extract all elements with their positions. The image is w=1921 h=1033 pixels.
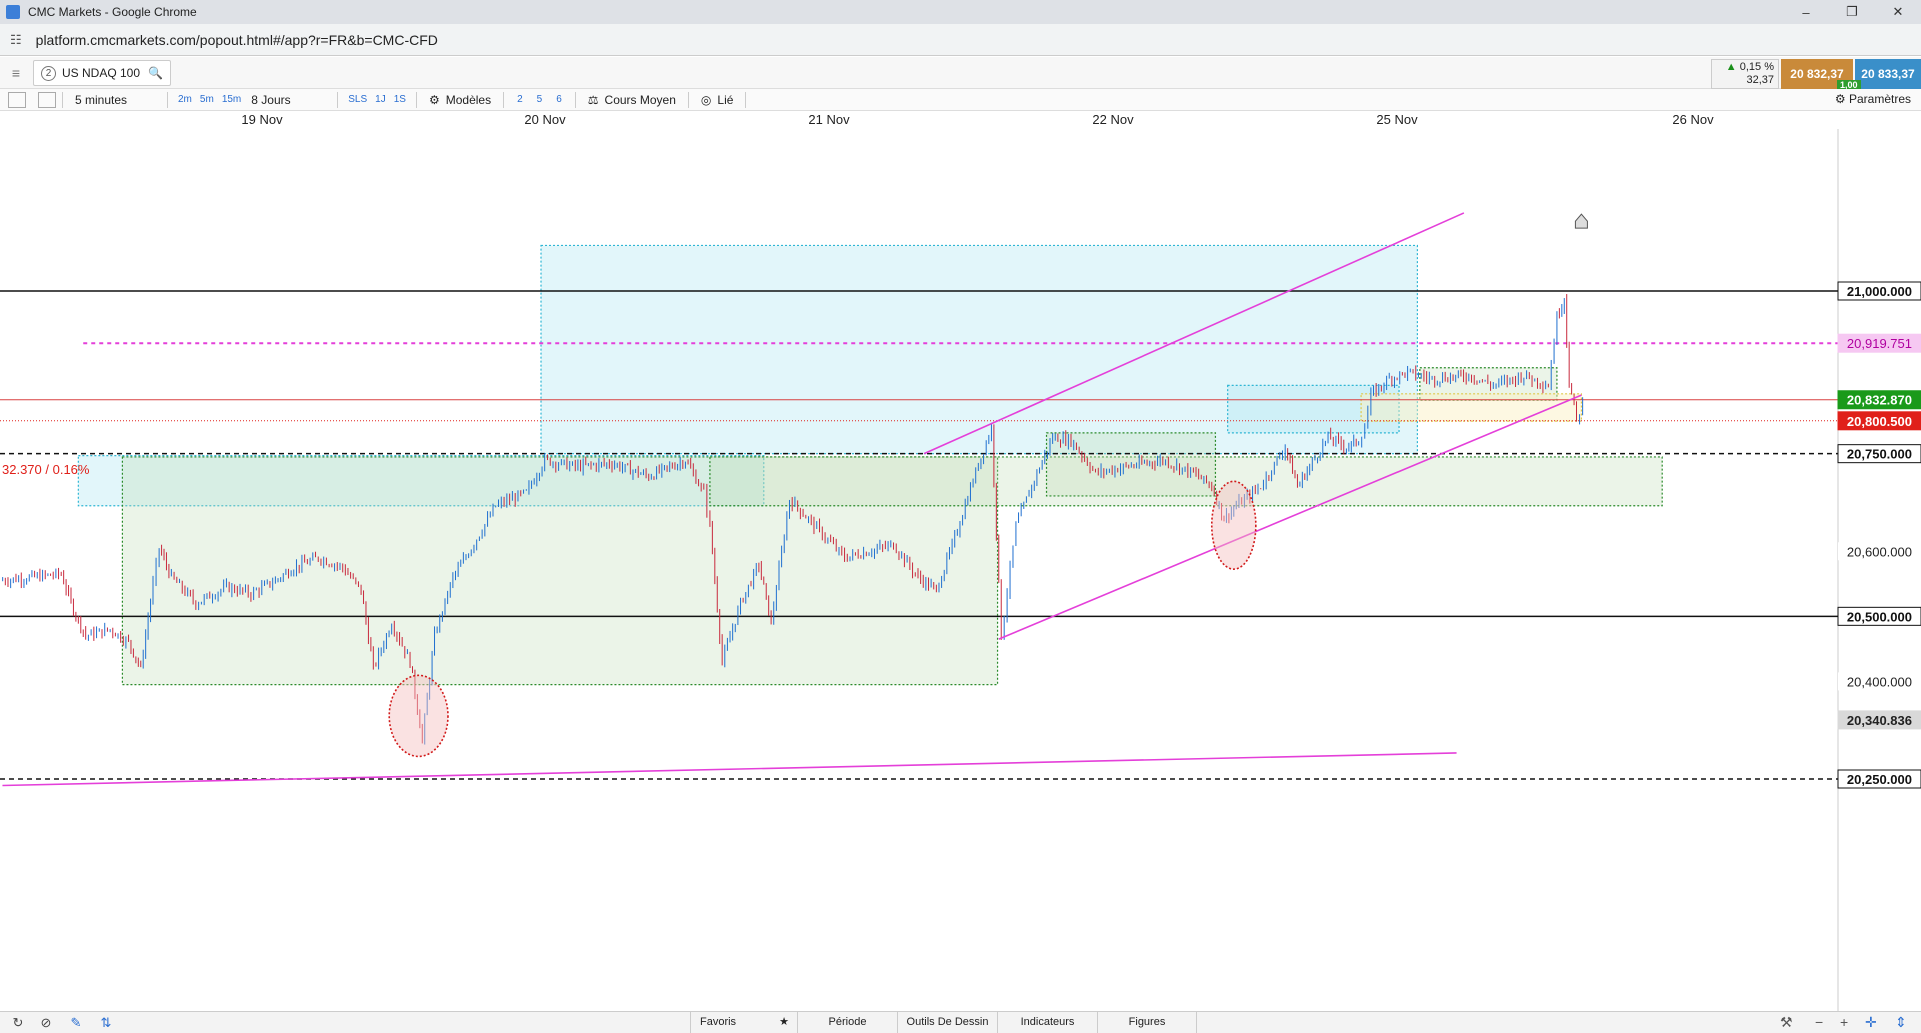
- settings-button[interactable]: ⚙ Paramètres: [1835, 92, 1911, 106]
- restore-icon[interactable]: ❐: [1829, 0, 1875, 24]
- layout-grid-icon[interactable]: [38, 91, 56, 108]
- bottom-toolbar: ↻ ⊘ ✎ ⇅ Favoris ★ Période Outils De Dess…: [0, 1011, 1921, 1033]
- up-arrow-icon: ▲: [1725, 61, 1737, 73]
- tab-number-badge: 2: [41, 65, 56, 81]
- trendline: [2, 752, 1457, 787]
- range-sls-button[interactable]: SLS: [348, 94, 367, 105]
- no-entry-icon[interactable]: ⊘: [38, 1015, 54, 1031]
- price-level-label: 20,832.870: [1847, 393, 1912, 408]
- close-icon[interactable]: ✕: [1875, 0, 1921, 24]
- window-title: CMC Markets - Google Chrome: [28, 5, 197, 19]
- link-icon[interactable]: ◎: [701, 93, 711, 107]
- date-label: 19 Nov: [241, 112, 283, 127]
- price-type-button[interactable]: Cours Moyen: [605, 93, 676, 107]
- zoom-out-icon[interactable]: −: [1815, 1014, 1823, 1030]
- chart-list-icon[interactable]: [8, 91, 26, 108]
- interval-5m-button[interactable]: 5m: [200, 94, 214, 105]
- buy-price: 20 833,37: [1861, 67, 1915, 81]
- instrument-tab[interactable]: 2 US NDAQ 100 🔍: [33, 60, 171, 86]
- date-label: 26 Nov: [1672, 112, 1714, 127]
- chart-toolbar: 5 minutes 2m 5m 15m 8 Jours SLS 1J 1S ⚙ …: [0, 89, 1921, 111]
- change-abs: 32,37: [1746, 74, 1774, 86]
- templates-icon[interactable]: ⚙: [429, 93, 440, 107]
- event-marker-icon: [1574, 213, 1588, 229]
- axis-label: 20,600.000: [1847, 544, 1912, 559]
- instrument-name: US NDAQ 100: [62, 66, 141, 80]
- refresh-icon[interactable]: ↻: [10, 1015, 26, 1031]
- settings-label: Paramètres: [1848, 92, 1911, 106]
- minimize-icon[interactable]: –: [1783, 0, 1829, 24]
- price-chart[interactable]: 21,000.000 20,600.000 20,500.000 20,400.000…: [0, 129, 1921, 1011]
- arrows-icon[interactable]: ⇅: [98, 1015, 114, 1031]
- zone-rect: [1360, 393, 1583, 422]
- price-level-label: 20,500.000: [1847, 609, 1912, 624]
- star-icon: ★: [779, 1016, 789, 1028]
- tab-indicators[interactable]: Indicateurs: [997, 1012, 1097, 1033]
- tab-drawing-tools[interactable]: Outils De Dessin: [897, 1012, 997, 1033]
- price-level-label: 20,340.836: [1847, 713, 1912, 728]
- interval-15m-button[interactable]: 15m: [222, 94, 241, 105]
- price-type-icon[interactable]: ⚖: [588, 93, 599, 107]
- buy-button[interactable]: 20 833,37 1,00: [1837, 59, 1921, 90]
- fit-icon[interactable]: ⇕: [1895, 1014, 1907, 1031]
- cmc-app-icon: [6, 5, 20, 19]
- tab-favoris[interactable]: Favoris ★: [690, 1012, 798, 1033]
- price-level-label: 20,250.000: [1847, 772, 1912, 787]
- range-1j-button[interactable]: 1J: [375, 94, 386, 105]
- pencil-icon[interactable]: ✎: [68, 1015, 84, 1031]
- site-settings-icon[interactable]: ☷: [10, 32, 22, 48]
- address-bar[interactable]: ☷ platform.cmcmarkets.com/popout.html#/a…: [0, 24, 1921, 56]
- price-change: ▲ 0,15 % 32,37: [1711, 59, 1779, 89]
- change-annotation: 32.370 / 0.16%: [2, 462, 90, 477]
- chart-svg[interactable]: 21,000.000 20,600.000 20,500.000 20,400.000…: [0, 129, 1921, 1011]
- url-text[interactable]: platform.cmcmarkets.com/popout.html#/app…: [36, 32, 438, 48]
- interval-select[interactable]: 5 minutes: [75, 93, 155, 107]
- highlight-ellipse: [388, 674, 449, 758]
- axis-label: 20,400.000: [1847, 674, 1912, 689]
- tools-icon[interactable]: ⚒: [1780, 1014, 1793, 1031]
- price-level-label: 20,800.500: [1847, 414, 1912, 429]
- tab-figures[interactable]: Figures: [1097, 1012, 1197, 1033]
- tab-label: Favoris: [700, 1016, 737, 1028]
- price-level-label: 21,000.000: [1847, 284, 1912, 299]
- quote-panel: ▲ 0,15 % 32,37 20 832,37 20 833,37 1,00: [1711, 59, 1921, 90]
- price-level-label: 20,919.751: [1847, 336, 1912, 351]
- price-level-label: 20,750.000: [1847, 447, 1912, 462]
- instrument-toolbar: ≡ 2 US NDAQ 100 🔍 ▲ 0,15 % 32,37 20 832,…: [0, 57, 1921, 90]
- zoom-in-icon[interactable]: +: [1840, 1014, 1848, 1030]
- crosshair-icon[interactable]: ✛: [1865, 1014, 1877, 1031]
- date-label: 21 Nov: [808, 112, 850, 127]
- highlight-ellipse: [1210, 480, 1257, 570]
- linked-button[interactable]: Lié: [717, 93, 733, 107]
- range-1s-button[interactable]: 1S: [394, 94, 406, 105]
- change-pct: 0,15 %: [1739, 61, 1774, 73]
- date-label: 20 Nov: [524, 112, 566, 127]
- template-slot-5[interactable]: 5: [537, 94, 543, 105]
- gear-icon: ⚙: [1834, 92, 1846, 106]
- tab-periode[interactable]: Période: [797, 1012, 897, 1033]
- title-bar: CMC Markets - Google Chrome – ❐ ✕: [0, 0, 1921, 24]
- templates-button[interactable]: Modèles: [446, 93, 491, 107]
- template-slot-2[interactable]: 2: [517, 94, 523, 105]
- hamburger-menu-icon[interactable]: ≡: [6, 63, 26, 83]
- template-slot-6[interactable]: 6: [556, 94, 562, 105]
- date-label: 22 Nov: [1092, 112, 1134, 127]
- window-controls: – ❐ ✕: [1783, 0, 1921, 24]
- range-select[interactable]: 8 Jours: [251, 93, 325, 107]
- interval-2m-button[interactable]: 2m: [178, 94, 192, 105]
- date-label: 25 Nov: [1376, 112, 1418, 127]
- search-icon[interactable]: 🔍: [148, 66, 163, 80]
- date-axis: 19 Nov 20 Nov 21 Nov 22 Nov 25 Nov 26 No…: [0, 111, 1838, 129]
